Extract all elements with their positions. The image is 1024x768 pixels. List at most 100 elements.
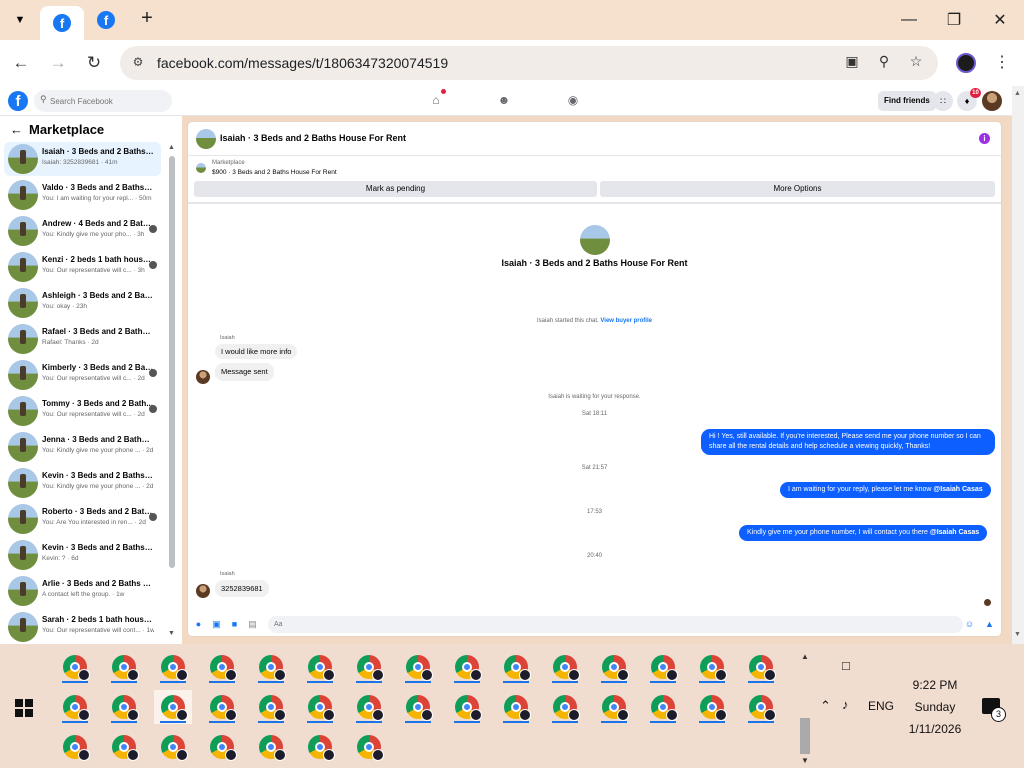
taskbar-scroll-thumb[interactable] bbox=[800, 718, 810, 754]
conversation-item[interactable]: Jenna · 3 Beds and 2 Baths Ho... You: Kin… bbox=[4, 430, 161, 464]
message-outgoing[interactable]: I am waiting for your reply, please let … bbox=[780, 482, 991, 498]
message-incoming[interactable]: Message sent bbox=[215, 363, 274, 381]
find-friends-button[interactable]: Find friends bbox=[878, 91, 936, 111]
new-tab-plus-icon[interactable]: + bbox=[136, 8, 158, 30]
search-input[interactable] bbox=[50, 94, 165, 108]
microphone-icon[interactable]: ● bbox=[193, 619, 204, 630]
back-arrow-icon[interactable]: ← bbox=[8, 50, 34, 76]
photo-icon[interactable]: ▣ bbox=[211, 619, 222, 630]
message-input[interactable] bbox=[268, 616, 963, 633]
mark-as-pending-button[interactable]: Mark as pending bbox=[194, 181, 597, 197]
taskbar-chrome-app[interactable] bbox=[301, 690, 339, 724]
taskbar-chrome-app[interactable] bbox=[644, 650, 682, 684]
chevron-up-icon[interactable]: ⌃ bbox=[820, 698, 831, 714]
emoji-icon[interactable]: ☺ bbox=[964, 619, 975, 630]
gif-icon[interactable]: ▤ bbox=[247, 619, 258, 630]
account-avatar[interactable] bbox=[982, 91, 1002, 111]
minimize-icon[interactable]: — bbox=[895, 6, 923, 34]
network-icon[interactable]: □ bbox=[842, 658, 850, 673]
taskbar-chrome-app[interactable] bbox=[203, 690, 241, 724]
taskbar-chrome-app[interactable] bbox=[399, 690, 437, 724]
taskbar-chrome-app[interactable] bbox=[56, 650, 94, 684]
taskbar-chrome-app[interactable] bbox=[448, 690, 486, 724]
taskbar-chrome-app[interactable] bbox=[693, 650, 731, 684]
install-app-icon[interactable]: ▣ bbox=[842, 53, 862, 73]
browser-profile-avatar[interactable] bbox=[956, 53, 976, 73]
browser-menu-kebab-icon[interactable]: ⋮ bbox=[994, 52, 1010, 72]
taskbar-chrome-app[interactable] bbox=[56, 690, 94, 724]
view-buyer-profile-link[interactable]: View buyer profile bbox=[600, 318, 652, 324]
reload-icon[interactable]: ↻ bbox=[81, 50, 107, 76]
conversation-item[interactable]: Roberto · 3 Beds and 2 Bath... You: Are Y… bbox=[4, 502, 161, 536]
taskbar-chrome-app[interactable] bbox=[742, 690, 780, 724]
taskbar-chrome-app[interactable] bbox=[742, 650, 780, 684]
notifications-bell-icon[interactable]: ♦ 10 bbox=[957, 88, 981, 111]
url-text[interactable]: facebook.com/messages/t/1806347320074519 bbox=[157, 55, 448, 71]
mention-isaiah-casas[interactable]: @Isaiah Casas bbox=[930, 529, 979, 536]
scroll-down-arrow-icon[interactable]: ▼ bbox=[801, 756, 809, 765]
windows-start-icon[interactable] bbox=[15, 699, 33, 717]
facebook-logo-icon[interactable]: f bbox=[8, 91, 28, 111]
page-scrollbar[interactable]: ▲ ▼ bbox=[1012, 86, 1024, 644]
volume-muted-icon[interactable]: ♪ bbox=[842, 697, 849, 712]
info-icon[interactable]: i bbox=[979, 133, 990, 144]
scroll-down-arrow-icon[interactable]: ▼ bbox=[168, 630, 175, 637]
sidebar-scroll-thumb[interactable] bbox=[169, 156, 175, 568]
taskbar-chrome-app[interactable] bbox=[252, 690, 290, 724]
scroll-up-arrow-icon[interactable]: ▲ bbox=[168, 144, 175, 151]
message-outgoing[interactable]: Hi ! Yes, still available. If you're int… bbox=[701, 429, 995, 455]
taskbar-scrollbar[interactable]: ▲ ▼ bbox=[798, 648, 812, 766]
thumbs-up-icon[interactable]: ▲ bbox=[984, 619, 995, 630]
taskbar-chrome-app[interactable] bbox=[350, 690, 388, 724]
taskbar-chrome-app[interactable] bbox=[399, 650, 437, 684]
conversation-item[interactable]: Sarah · 2 beds 1 bath house fo... You: Ou… bbox=[4, 610, 161, 644]
taskbar-chrome-app[interactable] bbox=[105, 650, 143, 684]
message-outgoing[interactable]: Kindly give me your phone number, I will… bbox=[739, 525, 988, 541]
taskbar-chrome-app[interactable] bbox=[350, 650, 388, 684]
message-incoming[interactable]: I would like more info bbox=[215, 344, 298, 359]
conversation-item[interactable]: Andrew · 4 Beds and 2 Bath... You: Kindly… bbox=[4, 214, 161, 248]
conversation-avatar-large[interactable] bbox=[580, 225, 610, 255]
message-incoming[interactable]: 3252839681 bbox=[215, 580, 269, 597]
conversation-item[interactable]: Kimberly · 3 Beds and 2 Bat... You: Our r… bbox=[4, 358, 161, 392]
forward-arrow-icon[interactable]: → bbox=[45, 50, 71, 76]
close-window-icon[interactable]: ✕ bbox=[986, 6, 1014, 34]
conversation-item[interactable]: Rafael · 3 Beds and 2 Baths H... Rafael: … bbox=[4, 322, 161, 356]
listing-thumbnail[interactable] bbox=[196, 163, 206, 173]
address-bar[interactable]: ⚙ facebook.com/messages/t/18063473200745… bbox=[120, 46, 938, 80]
back-arrow-icon[interactable]: ← bbox=[10, 122, 23, 137]
taskbar-chrome-app[interactable] bbox=[154, 690, 192, 724]
taskbar-chrome-app[interactable] bbox=[350, 730, 388, 764]
conversation-item[interactable]: Kevin · 3 Beds and 2 Baths Ho... Kevin: ?… bbox=[4, 538, 161, 572]
chat-title[interactable]: Isaiah · 3 Beds and 2 Baths House For Re… bbox=[220, 133, 406, 143]
site-settings-icon[interactable]: ⚙ bbox=[130, 55, 146, 71]
sidebar-scrollbar[interactable]: ▲ ▼ bbox=[168, 144, 176, 640]
taskbar-chrome-app[interactable] bbox=[105, 730, 143, 764]
taskbar-chrome-app[interactable] bbox=[497, 690, 535, 724]
taskbar-chrome-app[interactable] bbox=[203, 650, 241, 684]
browser-tab-facebook-active[interactable]: f bbox=[40, 6, 84, 40]
taskbar-chrome-app[interactable] bbox=[56, 730, 94, 764]
taskbar-chrome-app[interactable] bbox=[546, 650, 584, 684]
taskbar-chrome-app[interactable] bbox=[105, 690, 143, 724]
more-options-button[interactable]: More Options bbox=[600, 181, 995, 197]
taskbar-chrome-app[interactable] bbox=[595, 650, 633, 684]
taskbar-chrome-app[interactable] bbox=[301, 730, 339, 764]
clock-day[interactable]: Sunday bbox=[880, 700, 990, 714]
taskbar-chrome-app[interactable] bbox=[595, 690, 633, 724]
facebook-search[interactable]: ⚲ bbox=[34, 90, 172, 112]
home-icon[interactable]: ⌂ bbox=[427, 89, 446, 109]
friends-icon[interactable]: ☻ bbox=[495, 91, 513, 109]
conversation-item[interactable]: Ashleigh · 3 Beds and 2 Baths ... You: ok… bbox=[4, 286, 161, 320]
taskbar-chrome-app[interactable] bbox=[497, 650, 535, 684]
restore-icon[interactable]: ❐ bbox=[940, 6, 968, 34]
scroll-up-arrow-icon[interactable]: ▲ bbox=[801, 652, 809, 661]
taskbar-chrome-app[interactable] bbox=[203, 730, 241, 764]
sticker-icon[interactable]: ■ bbox=[229, 619, 240, 630]
browser-tab-facebook[interactable]: f bbox=[92, 4, 120, 36]
groups-icon[interactable]: ◉ bbox=[564, 91, 582, 109]
conversation-item[interactable]: Arlie · 3 Beds and 2 Baths Hou... A conta… bbox=[4, 574, 161, 608]
taskbar-chrome-app[interactable] bbox=[644, 690, 682, 724]
listing-price-title[interactable]: $900 · 3 Beds and 2 Baths House For Rent bbox=[212, 169, 337, 176]
scroll-down-arrow-icon[interactable]: ▼ bbox=[1014, 631, 1021, 638]
